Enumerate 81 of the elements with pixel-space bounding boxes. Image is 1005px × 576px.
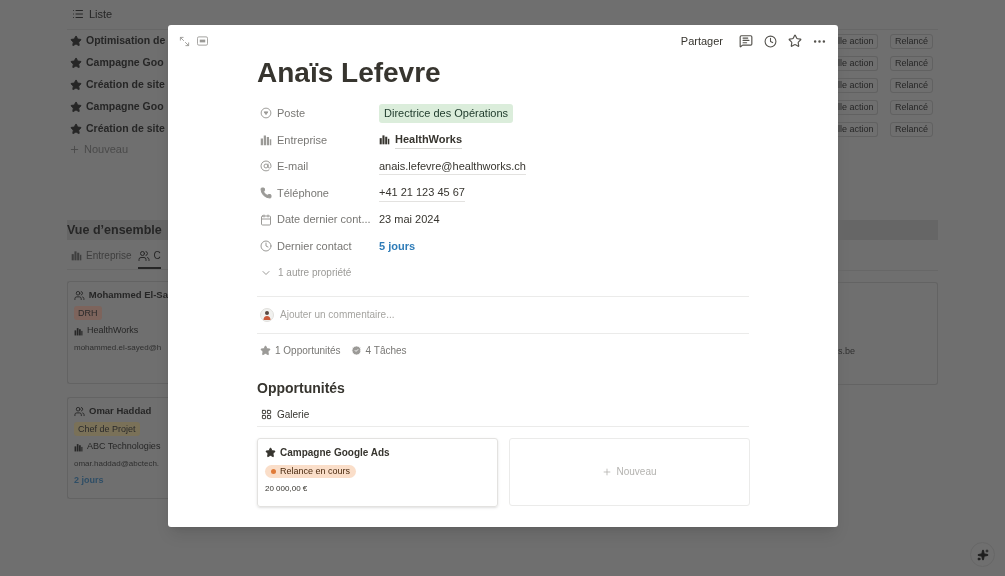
action-tag: lle action xyxy=(838,77,878,93)
building-icon xyxy=(74,442,83,452)
list-item-title[interactable]: Création de site xyxy=(86,77,165,93)
panel-icon[interactable] xyxy=(197,36,208,46)
amount-value: 20 000,00 € xyxy=(265,482,309,495)
status-tag: Relancé xyxy=(890,33,934,49)
avatar xyxy=(260,307,274,322)
calendar-icon xyxy=(260,213,272,226)
position-tag: DRH xyxy=(74,306,102,321)
building-icon xyxy=(74,326,83,336)
company-link[interactable]: HealthWorks xyxy=(395,131,463,149)
contact-name: Mohammed El-Sa xyxy=(88,288,168,302)
more-properties-toggle[interactable]: 1 autre propriété xyxy=(278,265,352,281)
date-value: 23 mai 2024 xyxy=(379,212,440,228)
backlink[interactable]: 4 Tâches xyxy=(365,342,407,358)
status-tag: Relance en cours xyxy=(265,464,357,478)
star-icon xyxy=(265,446,276,458)
clock-icon[interactable] xyxy=(764,34,777,48)
building-icon xyxy=(379,134,390,146)
star-icon xyxy=(70,57,82,69)
property-label[interactable]: Dernier contact xyxy=(277,238,352,255)
building-icon xyxy=(260,133,272,146)
backlink[interactable]: 1 Opportunités xyxy=(275,342,341,358)
action-tag: lle action xyxy=(838,55,878,71)
status-tag: Relancé xyxy=(890,55,934,71)
property-label[interactable]: E-mail xyxy=(277,158,309,175)
property-label[interactable]: Poste xyxy=(277,105,306,122)
position-tag: Chef de Projet xyxy=(74,422,140,437)
status-tag: Relancé xyxy=(890,99,934,115)
list-item-title[interactable]: Campagne Goo xyxy=(86,55,164,71)
list-item-title[interactable]: Optimisation de xyxy=(86,33,166,49)
sparkle-icon xyxy=(976,548,989,561)
property-label[interactable]: Date dernier cont... xyxy=(277,211,371,228)
star-icon xyxy=(260,344,271,356)
list-item-title[interactable]: Campagne Goo xyxy=(86,99,164,115)
star-icon xyxy=(70,79,82,91)
action-tag: lle action xyxy=(838,99,878,115)
property-label[interactable]: Entreprise xyxy=(277,131,328,149)
formula-value: 5 jours xyxy=(379,239,416,254)
action-tag: lle action xyxy=(838,121,878,137)
at-icon xyxy=(260,160,272,173)
gallery-card[interactable]: Campagne Google Ads Relance en cours 20 000,00 € xyxy=(257,437,498,507)
view-tab[interactable]: Liste xyxy=(89,6,113,23)
phone-icon xyxy=(260,187,272,200)
phone-link[interactable]: +41 21 123 45 67 xyxy=(379,184,465,202)
status-tag: Relancé xyxy=(890,77,934,93)
star-icon xyxy=(70,101,82,113)
people-icon xyxy=(74,289,85,301)
star-icon[interactable] xyxy=(788,34,802,48)
select-icon xyxy=(260,107,272,120)
plus-icon xyxy=(69,143,80,155)
list-icon xyxy=(72,8,84,21)
expand-icon[interactable] xyxy=(179,35,190,47)
people-icon xyxy=(137,249,150,262)
last-contact-value: 2 jours xyxy=(74,473,105,487)
section-heading: Vue d’ensemble xyxy=(67,220,168,240)
card-title: Campagne Google Ads xyxy=(280,445,390,460)
company-name: HealthWorks xyxy=(87,324,139,338)
status-tag: Relancé xyxy=(890,121,934,137)
people-icon xyxy=(74,405,85,417)
view-tab[interactable]: Galerie xyxy=(277,407,310,423)
contact-name: Omar Haddad xyxy=(89,404,152,418)
comment-field[interactable]: Ajouter un commentaire... xyxy=(280,307,749,323)
plus-icon xyxy=(602,466,613,477)
star-icon xyxy=(70,35,82,47)
property-label[interactable]: Téléphone xyxy=(277,184,329,202)
email-link[interactable]: anais.lefevre@healthworks.ch xyxy=(379,157,526,176)
clock-icon xyxy=(260,240,272,253)
action-tag: lle action xyxy=(838,33,878,49)
section-heading: Opportunités xyxy=(257,378,346,397)
view-tab[interactable]: C xyxy=(137,248,161,269)
position-tag[interactable]: Directrice des Opérations xyxy=(379,104,514,123)
building-icon xyxy=(71,250,82,261)
company-name: ABC Technologies xyxy=(87,440,161,454)
share-button[interactable]: Partager xyxy=(678,32,725,50)
check-circle-icon xyxy=(350,344,362,356)
star-icon xyxy=(70,123,82,135)
page-title: Anaïs Lefevre xyxy=(257,57,442,89)
list-item-title[interactable]: Création de site xyxy=(86,121,165,137)
comment-icon[interactable] xyxy=(739,34,753,48)
gallery-icon xyxy=(261,409,272,421)
